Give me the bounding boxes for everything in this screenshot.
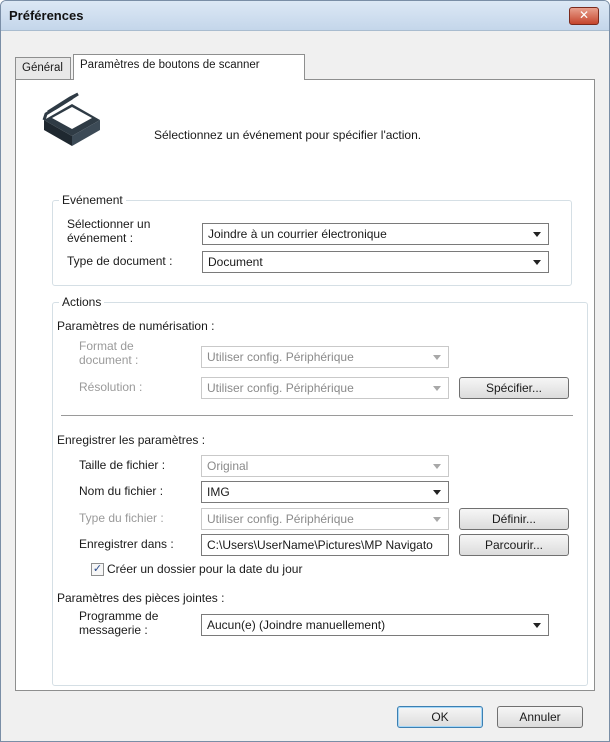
resolution-dropdown[interactable]: Utiliser config. Périphérique — [201, 377, 449, 399]
file-size-dropdown[interactable]: Original — [201, 455, 449, 477]
file-size-value: Original — [207, 459, 249, 473]
mail-program-dropdown[interactable]: Aucun(e) (Joindre manuellement) — [201, 614, 549, 636]
ok-button[interactable]: OK — [397, 706, 483, 728]
program-label-line1: Programme de — [79, 609, 159, 623]
doc-format-label-line1: Format de — [79, 339, 134, 353]
scan-settings-heading: Paramètres de numérisation : — [57, 319, 215, 333]
event-group: Evénement Sélectionner un événement : Jo… — [52, 193, 572, 286]
scanner-icon — [42, 92, 100, 146]
window-title: Préférences — [9, 8, 84, 23]
chevron-down-icon — [433, 490, 441, 495]
file-type-label: Type du fichier : — [79, 511, 164, 525]
save-in-field[interactable]: C:\Users\UserName\Pictures\MP Navigato — [201, 534, 449, 556]
chevron-down-icon — [433, 386, 441, 391]
select-event-value: Joindre à un courrier électronique — [208, 227, 387, 241]
doc-type-value: Document — [208, 255, 263, 269]
select-event-label-line1: Sélectionner un — [67, 217, 151, 231]
specify-button[interactable]: Spécifier... — [459, 377, 569, 399]
file-type-dropdown[interactable]: Utiliser config. Périphérique — [201, 508, 449, 530]
doc-format-label-line2: document : — [79, 353, 139, 367]
chevron-down-icon — [433, 517, 441, 522]
define-button[interactable]: Définir... — [459, 508, 569, 530]
select-event-dropdown[interactable]: Joindre à un courrier électronique — [202, 223, 549, 245]
chevron-down-icon — [533, 260, 541, 265]
tab-scanner-buttons[interactable]: Paramètres de boutons de scanner — [73, 54, 305, 80]
check-icon: ✓ — [92, 563, 103, 575]
select-event-label-line2: événement : — [67, 231, 134, 245]
doc-type-dropdown[interactable]: Document — [202, 251, 549, 273]
intro-text: Sélectionnez un événement pour spécifier… — [154, 128, 422, 142]
tab-panel: Sélectionnez un événement pour spécifier… — [15, 79, 595, 691]
preferences-dialog: Préférences ✕ Général Paramètres de bout… — [0, 0, 610, 742]
separator — [61, 415, 573, 416]
file-name-value: IMG — [207, 485, 230, 499]
save-in-label: Enregistrer dans : — [79, 537, 174, 551]
file-type-value: Utiliser config. Périphérique — [207, 512, 354, 526]
mail-program-value: Aucun(e) (Joindre manuellement) — [207, 618, 386, 632]
chevron-down-icon — [533, 232, 541, 237]
cancel-button[interactable]: Annuler — [497, 706, 583, 728]
close-icon: ✕ — [578, 8, 590, 22]
create-folder-label: Créer un dossier pour la date du jour — [107, 562, 303, 576]
tab-general[interactable]: Général — [15, 57, 71, 81]
doc-format-dropdown[interactable]: Utiliser config. Périphérique — [201, 346, 449, 368]
resolution-label: Résolution : — [79, 380, 143, 394]
resolution-value: Utiliser config. Périphérique — [207, 381, 354, 395]
chevron-down-icon — [433, 464, 441, 469]
file-size-label: Taille de fichier : — [79, 458, 166, 472]
title-bar[interactable]: Préférences ✕ — [1, 1, 609, 31]
doc-format-value: Utiliser config. Périphérique — [207, 350, 354, 364]
create-folder-checkbox[interactable]: ✓ — [91, 563, 104, 576]
doc-type-label: Type de document : — [67, 254, 173, 268]
close-button[interactable]: ✕ — [569, 7, 599, 25]
file-name-combo[interactable]: IMG — [201, 481, 449, 503]
chevron-down-icon — [533, 623, 541, 628]
attachments-heading: Paramètres des pièces jointes : — [57, 591, 225, 605]
event-legend: Evénement — [59, 193, 126, 207]
program-label-line2: messagerie : — [79, 623, 148, 637]
tab-general-label: Général — [22, 62, 63, 74]
save-in-value: C:\Users\UserName\Pictures\MP Navigato — [207, 538, 433, 552]
browse-button[interactable]: Parcourir... — [459, 534, 569, 556]
chevron-down-icon — [433, 355, 441, 360]
file-name-label: Nom du fichier : — [79, 484, 164, 498]
save-settings-heading: Enregistrer les paramètres : — [57, 433, 206, 447]
actions-legend: Actions — [59, 295, 105, 309]
tab-scanner-buttons-label: Paramètres de boutons de scanner — [80, 59, 260, 71]
actions-group: Actions Paramètres de numérisation : For… — [52, 295, 588, 686]
